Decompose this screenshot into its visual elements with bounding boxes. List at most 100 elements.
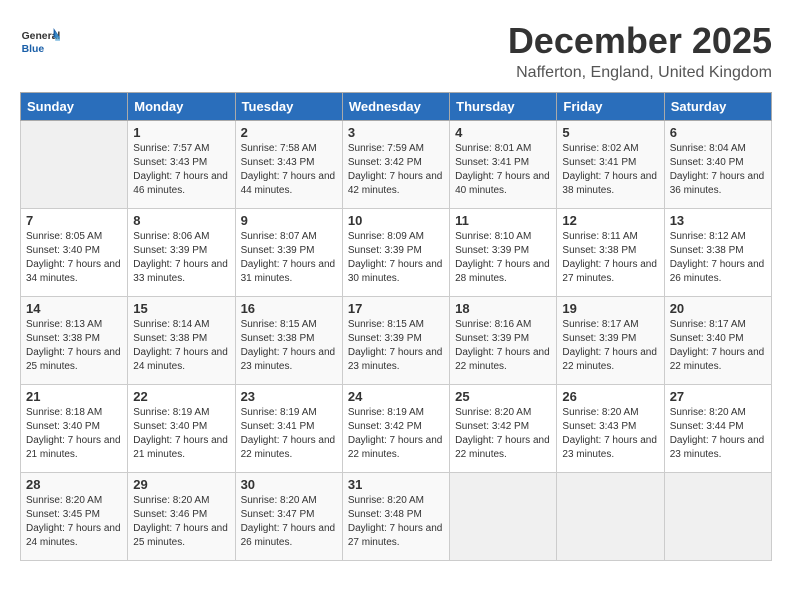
day-info: Sunrise: 8:02 AMSunset: 3:41 PMDaylight:…	[562, 142, 658, 198]
day-info: Sunrise: 8:20 AMSunset: 3:45 PMDaylight:…	[26, 494, 122, 550]
day-number: 19	[562, 301, 658, 316]
day-number: 11	[455, 213, 551, 228]
calendar-cell: 21 Sunrise: 8:18 AMSunset: 3:40 PMDayligh…	[21, 385, 128, 473]
calendar-header-row: SundayMondayTuesdayWednesdayThursdayFrid…	[21, 93, 772, 121]
day-info: Sunrise: 8:12 AMSunset: 3:38 PMDaylight:…	[670, 230, 766, 286]
column-header-friday: Friday	[557, 93, 664, 121]
calendar-cell: 28 Sunrise: 8:20 AMSunset: 3:45 PMDayligh…	[21, 473, 128, 561]
calendar-cell: 26 Sunrise: 8:20 AMSunset: 3:43 PMDayligh…	[557, 385, 664, 473]
day-number: 12	[562, 213, 658, 228]
day-number: 27	[670, 389, 766, 404]
calendar-cell: 29 Sunrise: 8:20 AMSunset: 3:46 PMDayligh…	[128, 473, 235, 561]
day-info: Sunrise: 8:15 AMSunset: 3:39 PMDaylight:…	[348, 318, 444, 374]
title-block: December 2025 Nafferton, England, United…	[508, 20, 772, 82]
calendar-cell	[21, 121, 128, 209]
calendar-cell	[664, 473, 771, 561]
day-number: 8	[133, 213, 229, 228]
calendar-cell: 15 Sunrise: 8:14 AMSunset: 3:38 PMDayligh…	[128, 297, 235, 385]
calendar-cell: 4 Sunrise: 8:01 AMSunset: 3:41 PMDaylight…	[450, 121, 557, 209]
day-info: Sunrise: 8:09 AMSunset: 3:39 PMDaylight:…	[348, 230, 444, 286]
day-number: 26	[562, 389, 658, 404]
day-number: 30	[241, 477, 337, 492]
calendar-cell: 25Sunrise: 8:20 AMSunset: 3:42 PMDayligh…	[450, 385, 557, 473]
calendar-cell: 23Sunrise: 8:19 AMSunset: 3:41 PMDayligh…	[235, 385, 342, 473]
column-header-monday: Monday	[128, 93, 235, 121]
calendar-cell: 11Sunrise: 8:10 AMSunset: 3:39 PMDayligh…	[450, 209, 557, 297]
calendar-cell: 7 Sunrise: 8:05 AMSunset: 3:40 PMDaylight…	[21, 209, 128, 297]
day-number: 22	[133, 389, 229, 404]
week-row-3: 14 Sunrise: 8:13 AMSunset: 3:38 PMDayligh…	[21, 297, 772, 385]
week-row-4: 21 Sunrise: 8:18 AMSunset: 3:40 PMDayligh…	[21, 385, 772, 473]
calendar-cell: 24Sunrise: 8:19 AMSunset: 3:42 PMDayligh…	[342, 385, 449, 473]
day-number: 25	[455, 389, 551, 404]
week-row-5: 28 Sunrise: 8:20 AMSunset: 3:45 PMDayligh…	[21, 473, 772, 561]
day-info: Sunrise: 8:18 AMSunset: 3:40 PMDaylight:…	[26, 406, 122, 462]
day-info: Sunrise: 8:19 AMSunset: 3:42 PMDaylight:…	[348, 406, 444, 462]
calendar-cell: 18 Sunrise: 8:16 AMSunset: 3:39 PMDayligh…	[450, 297, 557, 385]
day-number: 23	[241, 389, 337, 404]
column-header-tuesday: Tuesday	[235, 93, 342, 121]
day-info: Sunrise: 8:20 AMSunset: 3:44 PMDaylight:…	[670, 406, 766, 462]
day-info: Sunrise: 8:16 AMSunset: 3:39 PMDaylight:…	[455, 318, 551, 374]
day-info: Sunrise: 8:01 AMSunset: 3:41 PMDaylight:…	[455, 142, 551, 198]
calendar-table: SundayMondayTuesdayWednesdayThursdayFrid…	[20, 92, 772, 561]
day-number: 2	[241, 125, 337, 140]
day-number: 10	[348, 213, 444, 228]
calendar-cell: 27 Sunrise: 8:20 AMSunset: 3:44 PMDayligh…	[664, 385, 771, 473]
calendar-title: December 2025	[508, 20, 772, 62]
calendar-cell: 12 Sunrise: 8:11 AMSunset: 3:38 PMDayligh…	[557, 209, 664, 297]
day-number: 18	[455, 301, 551, 316]
column-header-thursday: Thursday	[450, 93, 557, 121]
day-number: 16	[241, 301, 337, 316]
day-info: Sunrise: 7:57 AMSunset: 3:43 PMDaylight:…	[133, 142, 229, 198]
calendar-cell: 17 Sunrise: 8:15 AMSunset: 3:39 PMDayligh…	[342, 297, 449, 385]
day-number: 21	[26, 389, 122, 404]
day-info: Sunrise: 8:17 AMSunset: 3:40 PMDaylight:…	[670, 318, 766, 374]
week-row-1: 1Sunrise: 7:57 AMSunset: 3:43 PMDaylight…	[21, 121, 772, 209]
calendar-cell: 1Sunrise: 7:57 AMSunset: 3:43 PMDaylight…	[128, 121, 235, 209]
day-info: Sunrise: 8:20 AMSunset: 3:43 PMDaylight:…	[562, 406, 658, 462]
calendar-cell	[450, 473, 557, 561]
day-number: 13	[670, 213, 766, 228]
day-info: Sunrise: 8:04 AMSunset: 3:40 PMDaylight:…	[670, 142, 766, 198]
day-info: Sunrise: 8:20 AMSunset: 3:46 PMDaylight:…	[133, 494, 229, 550]
svg-text:Blue: Blue	[22, 44, 45, 55]
calendar-cell: 22Sunrise: 8:19 AMSunset: 3:40 PMDayligh…	[128, 385, 235, 473]
day-number: 4	[455, 125, 551, 140]
calendar-cell: 3 Sunrise: 7:59 AMSunset: 3:42 PMDaylight…	[342, 121, 449, 209]
day-info: Sunrise: 8:07 AMSunset: 3:39 PMDaylight:…	[241, 230, 337, 286]
day-info: Sunrise: 8:20 AMSunset: 3:47 PMDaylight:…	[241, 494, 337, 550]
calendar-cell: 31Sunrise: 8:20 AMSunset: 3:48 PMDayligh…	[342, 473, 449, 561]
calendar-cell: 13 Sunrise: 8:12 AMSunset: 3:38 PMDayligh…	[664, 209, 771, 297]
day-number: 28	[26, 477, 122, 492]
calendar-cell: 8Sunrise: 8:06 AMSunset: 3:39 PMDaylight…	[128, 209, 235, 297]
day-info: Sunrise: 8:11 AMSunset: 3:38 PMDaylight:…	[562, 230, 658, 286]
calendar-cell	[557, 473, 664, 561]
calendar-cell: 14 Sunrise: 8:13 AMSunset: 3:38 PMDayligh…	[21, 297, 128, 385]
day-info: Sunrise: 8:13 AMSunset: 3:38 PMDaylight:…	[26, 318, 122, 374]
calendar-cell: 30 Sunrise: 8:20 AMSunset: 3:47 PMDayligh…	[235, 473, 342, 561]
day-number: 9	[241, 213, 337, 228]
day-info: Sunrise: 7:58 AMSunset: 3:43 PMDaylight:…	[241, 142, 337, 198]
calendar-cell: 5Sunrise: 8:02 AMSunset: 3:41 PMDaylight…	[557, 121, 664, 209]
day-number: 17	[348, 301, 444, 316]
day-number: 14	[26, 301, 122, 316]
logo: General Blue	[20, 20, 64, 60]
day-info: Sunrise: 8:20 AMSunset: 3:48 PMDaylight:…	[348, 494, 444, 550]
calendar-cell: 10 Sunrise: 8:09 AMSunset: 3:39 PMDayligh…	[342, 209, 449, 297]
week-row-2: 7 Sunrise: 8:05 AMSunset: 3:40 PMDaylight…	[21, 209, 772, 297]
day-number: 15	[133, 301, 229, 316]
column-header-sunday: Sunday	[21, 93, 128, 121]
calendar-cell: 19Sunrise: 8:17 AMSunset: 3:39 PMDayligh…	[557, 297, 664, 385]
day-info: Sunrise: 7:59 AMSunset: 3:42 PMDaylight:…	[348, 142, 444, 198]
calendar-cell: 16 Sunrise: 8:15 AMSunset: 3:38 PMDayligh…	[235, 297, 342, 385]
calendar-body: 1Sunrise: 7:57 AMSunset: 3:43 PMDaylight…	[21, 121, 772, 561]
day-info: Sunrise: 8:05 AMSunset: 3:40 PMDaylight:…	[26, 230, 122, 286]
calendar-cell: 20Sunrise: 8:17 AMSunset: 3:40 PMDayligh…	[664, 297, 771, 385]
calendar-cell: 9 Sunrise: 8:07 AMSunset: 3:39 PMDaylight…	[235, 209, 342, 297]
day-info: Sunrise: 8:15 AMSunset: 3:38 PMDaylight:…	[241, 318, 337, 374]
day-number: 3	[348, 125, 444, 140]
day-info: Sunrise: 8:14 AMSunset: 3:38 PMDaylight:…	[133, 318, 229, 374]
day-number: 7	[26, 213, 122, 228]
day-number: 29	[133, 477, 229, 492]
